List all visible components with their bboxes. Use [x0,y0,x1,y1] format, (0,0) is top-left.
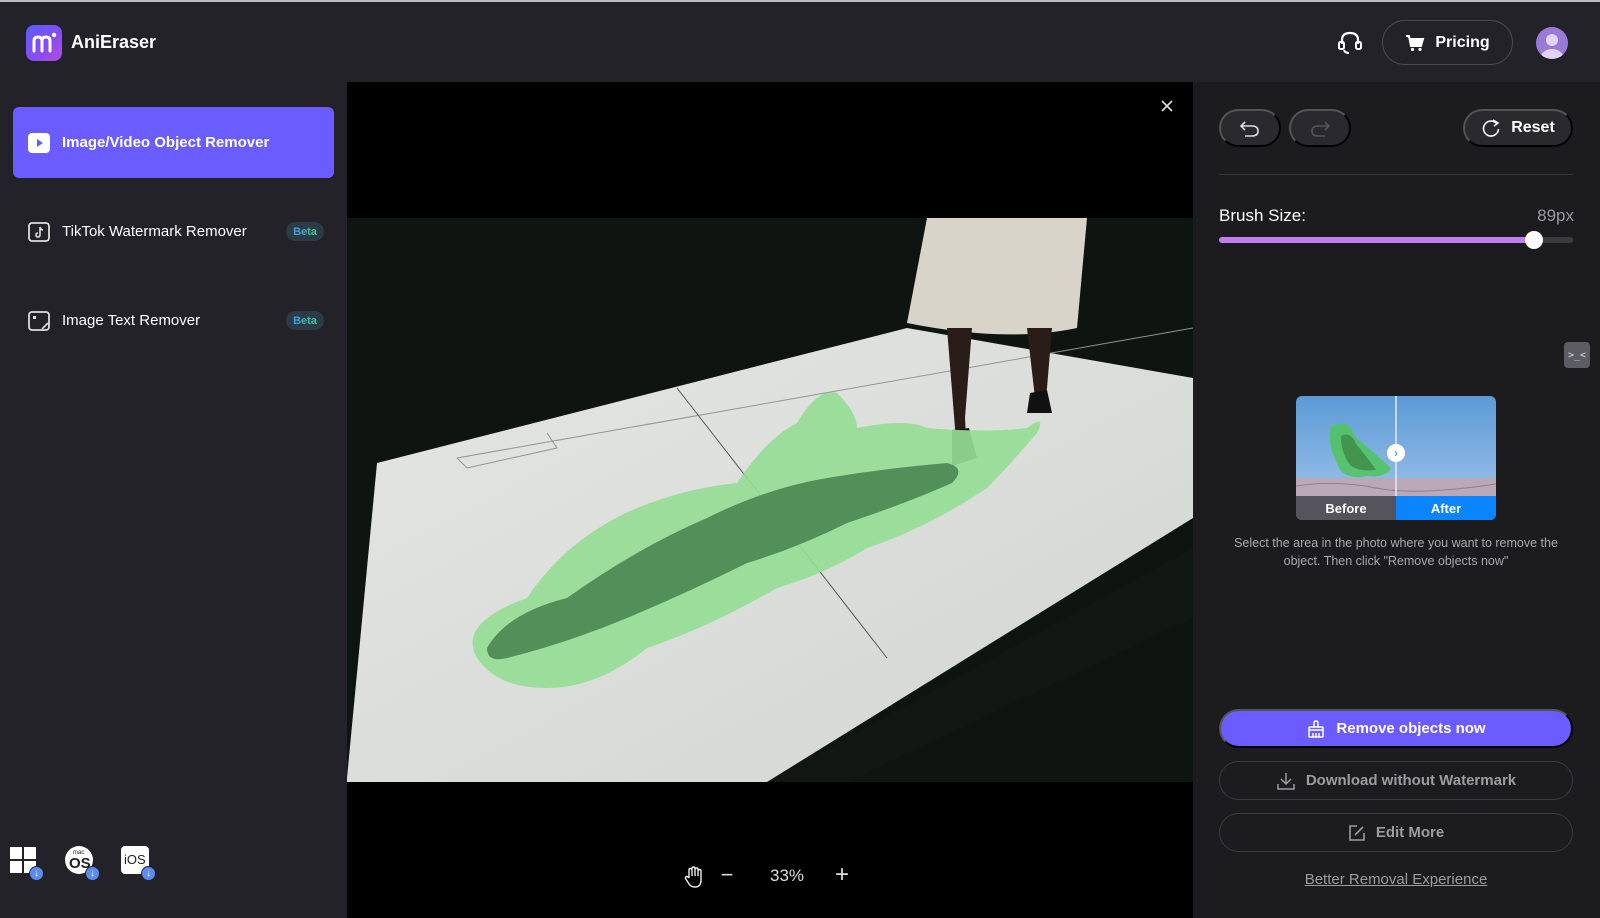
photo-with-mask[interactable] [347,218,1193,782]
windows-download-icon[interactable]: ↓ [8,845,44,881]
user-avatar-icon [1541,34,1563,59]
brush-size-slider[interactable] [1219,231,1573,249]
brush-size-label: Brush Size: [1219,206,1306,225]
app-logo-icon [32,32,57,53]
sidebar-item-tiktok-watermark-remover[interactable]: TikTok Watermark Remover Beta [13,196,334,267]
instruction-text: Select the area in the photo where you w… [1234,536,1558,568]
remove-objects-button[interactable]: Remove objects now [1219,709,1573,748]
close-icon[interactable] [1159,98,1175,114]
download-badge-icon: ↓ [85,866,100,881]
reset-label: Reset [1511,119,1555,136]
sidebar-item-image-video-object-remover[interactable]: Image/Video Object Remover [13,107,334,178]
pricing-button[interactable]: Pricing [1382,20,1513,65]
undo-icon [1239,121,1259,137]
user-avatar[interactable] [1536,27,1568,59]
slider-thumb[interactable] [1525,231,1544,249]
cart-icon [1406,34,1425,51]
edit-icon [1349,824,1365,841]
remove-objects-label: Remove objects now [1336,720,1486,737]
zoom-in-button[interactable]: + [832,861,852,889]
better-removal-experience-link[interactable]: Better Removal Experience [1219,871,1573,888]
reset-button[interactable]: Reset [1463,109,1573,147]
download-badge-icon: ↓ [29,866,44,881]
divider [1219,174,1573,175]
sidebar: Image/Video Object Remover TikTok Waterm… [0,82,347,918]
tiktok-icon [28,221,50,243]
before-label: Before [1296,496,1396,520]
zoom-level: 33% [769,866,805,885]
zoom-out-button[interactable]: − [717,862,737,888]
sidebar-item-label: Image/Video Object Remover [62,134,270,151]
compare-handle-icon: › [1387,444,1405,462]
after-label: After [1396,496,1496,520]
redo-icon [1311,121,1331,137]
top-bar: AniEraser Pricing [0,2,1600,82]
tool-panel: Reset Brush Size: 89px >_< › Before Afte… [1193,82,1600,918]
download-without-watermark-button[interactable]: Download without Watermark [1219,761,1573,800]
beta-badge: Beta [286,311,324,330]
download-label: Download without Watermark [1305,772,1517,789]
feedback-tab[interactable]: >_< [1564,342,1590,368]
download-badge-icon: ↓ [141,866,156,881]
beta-badge: Beta [286,222,324,241]
ios-download-icon[interactable]: iOS ↓ [120,845,156,881]
edit-more-label: Edit More [1375,824,1445,841]
brush-size-value: 89px [1537,206,1574,225]
ios-label: iOS [124,852,146,867]
reset-icon [1482,119,1500,137]
app-logo[interactable] [26,25,62,61]
sidebar-item-image-text-remover[interactable]: Image Text Remover Beta [13,285,334,356]
app-title: AniEraser [71,32,157,52]
download-icon [1277,772,1295,790]
sidebar-item-label: TikTok Watermark Remover [62,223,247,240]
hand-pan-icon[interactable] [683,865,705,889]
before-after-preview: › Before After [1296,396,1496,520]
pricing-label: Pricing [1435,33,1490,51]
slider-fill [1219,237,1535,243]
headset-icon[interactable] [1336,29,1364,57]
macos-download-icon[interactable]: mac OS ↓ [64,845,100,881]
editor-canvas[interactable]: − 33% + [347,82,1193,918]
edit-more-button[interactable]: Edit More [1219,813,1573,852]
brush-eraser-icon [1308,719,1325,738]
image-text-icon [28,310,50,332]
undo-button[interactable] [1219,109,1281,147]
platform-downloads: ↓ mac OS ↓ iOS ↓ [8,845,156,881]
play-icon [28,132,50,154]
zoom-controls: − 33% + [347,861,1193,892]
redo-button[interactable] [1289,109,1351,147]
sidebar-item-label: Image Text Remover [62,312,201,329]
